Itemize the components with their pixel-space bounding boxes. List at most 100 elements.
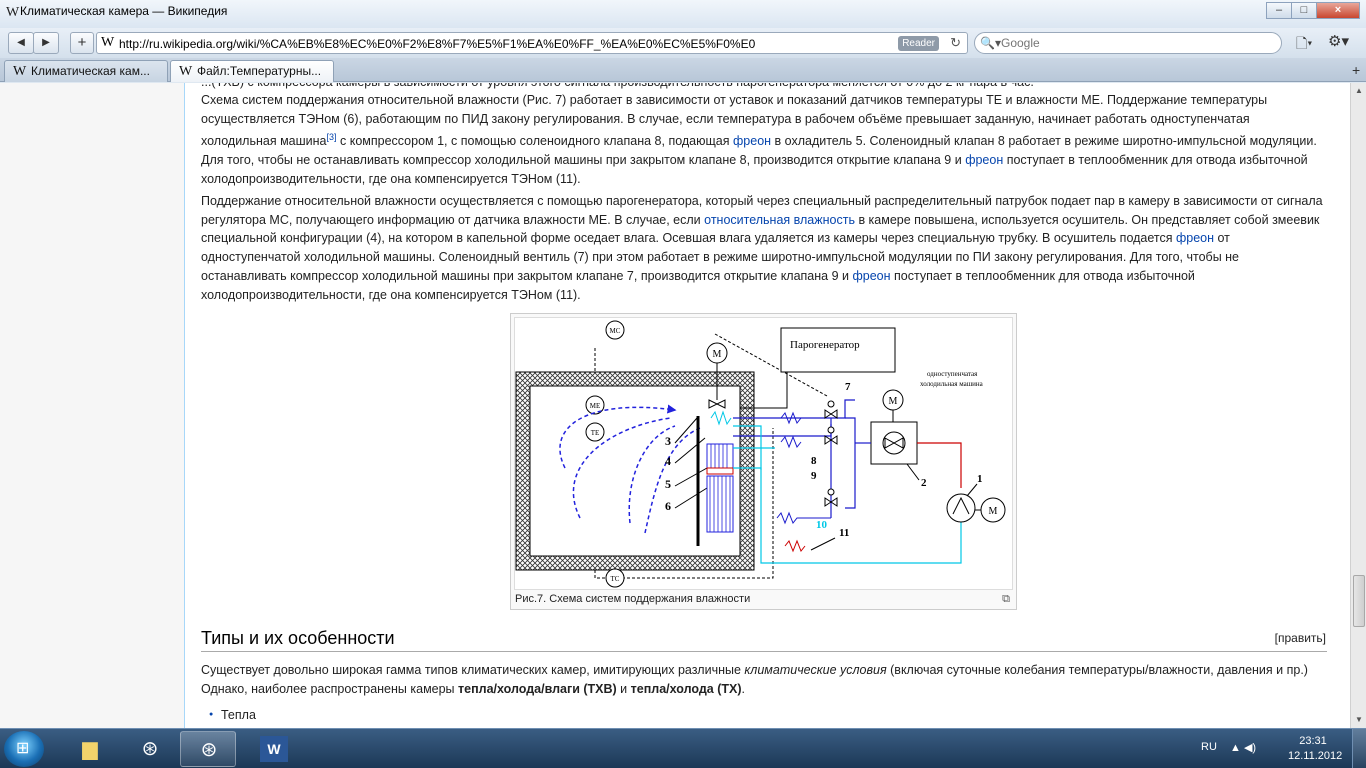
search-bar[interactable]: 🔍▾ <box>974 32 1282 54</box>
label-11: 11 <box>839 527 849 539</box>
taskbar-safari-2[interactable]: ⊛ <box>180 731 236 767</box>
windows-logo-icon: ⊞ <box>16 740 30 757</box>
reload-icon[interactable]: ↻ <box>950 35 961 51</box>
plus-icon: + <box>77 34 87 51</box>
me-label: МЕ <box>590 402 601 410</box>
section-heading: Типы и их особенности <box>201 628 395 648</box>
fridge-label-1: одноступенчатая <box>927 370 978 378</box>
chevron-up-icon[interactable]: ▲ <box>1230 742 1241 754</box>
volume-icon[interactable]: ◀) <box>1244 742 1256 754</box>
section-divider <box>201 651 1327 652</box>
gear-icon[interactable]: ⚙▾ <box>1328 32 1349 50</box>
page-menu-icon[interactable]: 🗋▾ <box>1296 33 1312 57</box>
tab-klimaticheskaya[interactable]: W Климатическая кам... <box>4 60 168 82</box>
reference-link[interactable]: [3] <box>327 132 337 142</box>
window-title-bar[interactable]: W Климатическая камера — Википедия – □ × <box>0 0 1366 28</box>
label-5: 5 <box>665 477 671 491</box>
wikipedia-favicon-icon: W <box>13 64 27 79</box>
humidity-system-diagram: МС МЕ ТЕ ТС М Парогенератор 3 4 5 6 7 8 … <box>515 320 1006 588</box>
compass-icon: ⊛ <box>141 738 159 760</box>
address-bar[interactable]: W http://ru.wikipedia.org/wiki/%CA%EB%E8… <box>96 32 968 54</box>
minimize-button[interactable]: – <box>1266 2 1292 19</box>
label-2: 2 <box>921 477 927 489</box>
clock-time: 23:31 <box>1299 735 1327 747</box>
figure-thumbnail[interactable]: МС МЕ ТЕ ТС М Парогенератор 3 4 5 6 7 8 … <box>510 313 1017 610</box>
wikipedia-favicon-icon: W <box>179 64 193 79</box>
new-tab-button[interactable]: + <box>70 32 94 54</box>
show-desktop-button[interactable] <box>1352 729 1366 768</box>
tab-label: Файл:Температурны... <box>197 64 322 78</box>
mc-label: МС <box>610 327 621 335</box>
label-1: 1 <box>977 473 983 485</box>
clock-date: 12.11.2012 <box>1288 750 1343 762</box>
label-3: 3 <box>665 434 671 448</box>
taskbar-safari-1[interactable]: ⊛ <box>122 731 178 767</box>
close-button[interactable]: × <box>1316 2 1360 19</box>
folder-icon: ▆ <box>82 738 98 760</box>
list-item-text: Тепла <box>221 708 256 722</box>
scroll-down-icon[interactable]: ▼ <box>1351 712 1366 728</box>
cut-off-line: ...(ТХВ) с компрессора камеры в зависимо… <box>201 83 1327 91</box>
list-item: Тепла <box>209 708 256 722</box>
te-label: ТЕ <box>591 429 600 437</box>
word-icon: W <box>260 736 288 762</box>
window-controls: – □ × <box>1266 2 1360 19</box>
tc-label: ТС <box>611 575 620 583</box>
back-arrow-icon: ◀ <box>17 37 25 48</box>
taskbar: ⊞ ▆ ⊛ ⊛ W RU ▲ ◀) 23:31 12.11.2012 <box>0 728 1366 768</box>
clock[interactable]: 23:31 12.11.2012 <box>1288 734 1343 764</box>
tray-icons[interactable]: ▲ ◀) <box>1230 741 1256 754</box>
bold-text: тепла/холода/влаги (ТХВ) <box>458 681 617 696</box>
navigation-bar: ◀ ▶ + W http://ru.wikipedia.org/wiki/%CA… <box>0 28 1366 58</box>
new-tab-plus-icon[interactable]: + <box>1352 62 1360 78</box>
search-input[interactable] <box>1001 36 1261 50</box>
forward-button[interactable]: ▶ <box>33 32 59 54</box>
label-9: 9 <box>811 470 817 482</box>
maximize-button[interactable]: □ <box>1291 2 1317 19</box>
wiki-link[interactable]: фреон <box>965 153 1003 167</box>
vertical-scrollbar[interactable]: ▲ ▼ <box>1350 83 1366 728</box>
site-favicon-icon: W <box>101 35 115 50</box>
search-icon: 🔍▾ <box>980 36 1001 50</box>
paragraph-types: Существует довольно широкая гамма типов … <box>201 663 1308 696</box>
back-button[interactable]: ◀ <box>8 32 34 54</box>
taskbar-explorer[interactable]: ▆ <box>62 731 118 767</box>
wiki-link[interactable]: фреон <box>733 135 771 149</box>
taskbar-word[interactable]: W <box>246 731 302 767</box>
tab-bar: W Климатическая кам... W Файл:Температур… <box>0 58 1366 82</box>
wiki-link[interactable]: фреон <box>852 269 890 283</box>
magnify-icon[interactable]: ⧉ <box>1002 593 1010 606</box>
fan-motor-label: М <box>713 349 722 360</box>
wiki-link[interactable]: фреон <box>1176 231 1214 245</box>
valve-7 <box>824 409 838 419</box>
label-8: 8 <box>811 455 817 467</box>
url-text[interactable]: http://ru.wikipedia.org/wiki/%CA%EB%E8%E… <box>119 37 755 51</box>
tab-label: Климатическая кам... <box>31 64 150 78</box>
wiki-link[interactable]: относительная влажность <box>704 213 855 227</box>
reader-button[interactable]: Reader <box>898 36 939 51</box>
fridge-label-2: холодильная машина <box>920 380 984 388</box>
figure-caption: Рис.7. Схема систем поддержания влажност… <box>515 593 751 605</box>
scroll-up-icon[interactable]: ▲ <box>1351 83 1366 99</box>
compass-icon: ⊛ <box>200 739 218 761</box>
paragraph-humidity-scheme: Схема систем поддержания относительной в… <box>201 93 1317 186</box>
label-6: 6 <box>665 499 671 513</box>
figure-image[interactable]: МС МЕ ТЕ ТС М Парогенератор 3 4 5 6 7 8 … <box>514 317 1013 590</box>
article-body: ...(ТХВ) с компрессора камеры в зависимо… <box>184 83 1350 728</box>
scrollbar-thumb[interactable] <box>1353 575 1365 627</box>
paragraph-steam-generator: Поддержание относительной влажности осущ… <box>201 194 1323 302</box>
edit-section-link[interactable]: [править] <box>1275 631 1326 645</box>
window-title: Климатическая камера — Википедия <box>20 4 228 18</box>
wiki-sidebar <box>0 83 184 728</box>
page-content: ...(ТХВ) с компрессора камеры в зависимо… <box>0 83 1350 728</box>
start-button[interactable]: ⊞ <box>4 731 44 767</box>
compressor-motor-label: М <box>989 506 998 517</box>
language-indicator[interactable]: RU <box>1201 741 1217 753</box>
tab-file-temperature[interactable]: W Файл:Температурны... <box>170 60 334 82</box>
label-4: 4 <box>665 454 671 468</box>
steam-generator-label: Парогенератор <box>790 339 860 351</box>
italic-text: климатические условия <box>744 663 887 677</box>
forward-arrow-icon: ▶ <box>42 37 50 48</box>
label-10: 10 <box>816 519 828 531</box>
bold-text: тепла/холода (ТХ) <box>630 681 742 696</box>
